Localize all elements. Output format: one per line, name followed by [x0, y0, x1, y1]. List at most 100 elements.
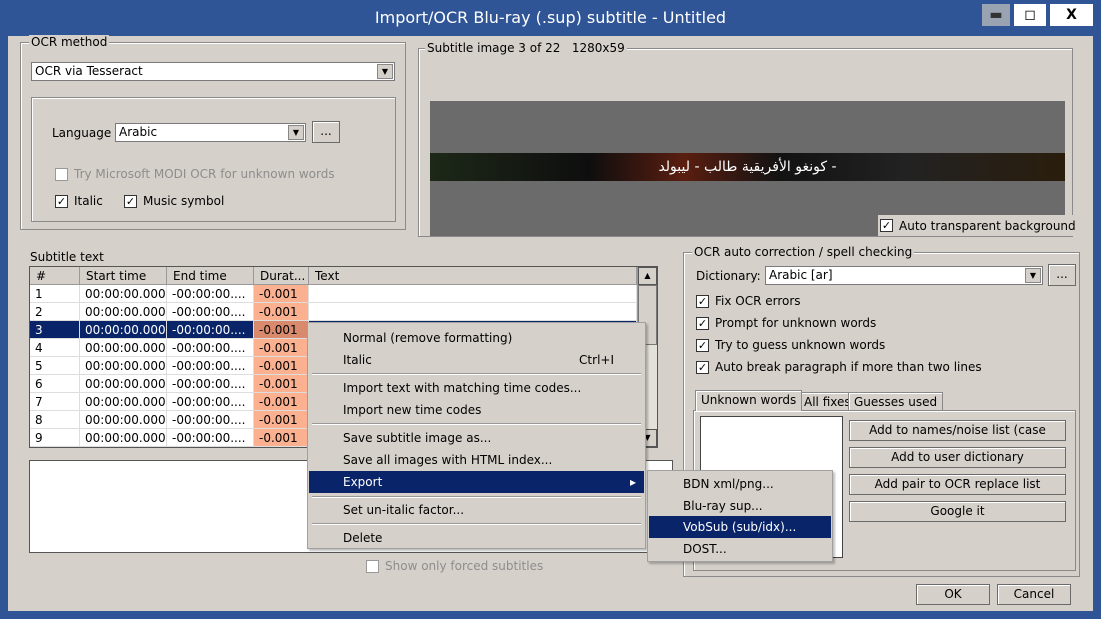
ok-button[interactable]: OK: [916, 584, 990, 605]
cell-n: 2: [30, 303, 80, 321]
cell-start: 00:00:00.000: [80, 429, 167, 447]
tab-guesses-used[interactable]: Guesses used: [848, 392, 944, 410]
forced-subtitles-checkbox[interactable]: Show only forced subtitles: [366, 559, 543, 573]
auto-transparent-label: Auto transparent background: [899, 218, 1076, 233]
cell-end: -00:00:00....: [167, 393, 254, 411]
correction-option-label: Fix OCR errors: [715, 294, 801, 308]
italic-shortcut: Ctrl+I: [579, 353, 614, 367]
close-button[interactable]: X: [1050, 4, 1093, 26]
modi-label: Try Microsoft MODI OCR for unknown words: [74, 167, 335, 181]
correction-option-checkbox[interactable]: ✓ Prompt for unknown words: [696, 316, 876, 330]
google-it-button[interactable]: Google it: [849, 501, 1066, 522]
cell-n: 1: [30, 285, 80, 303]
submenu-arrow-icon: ▸: [629, 475, 636, 489]
cell-dur: -0.001: [254, 285, 309, 303]
dictionary-browse-button[interactable]: ...: [1048, 264, 1076, 286]
ocr-method-legend: OCR method: [29, 35, 110, 49]
auto-transparent-checkbox[interactable]: ✓ Auto transparent background: [878, 215, 1078, 236]
menu-item-delete[interactable]: Delete: [309, 527, 644, 549]
correction-legend: OCR auto correction / spell checking: [692, 245, 915, 259]
menu-item-unitalic-factor[interactable]: Set un-italic factor...: [309, 499, 644, 521]
column-header-duration[interactable]: Durat...: [254, 267, 309, 285]
menu-separator: [312, 423, 641, 425]
context-menu: Normal (remove formatting) Italic Ctrl+I …: [307, 322, 646, 549]
checkbox-box: [366, 559, 379, 573]
correction-option-checkbox[interactable]: ✓ Auto break paragraph if more than two l…: [696, 360, 982, 374]
correction-option-checkbox[interactable]: ✓ Try to guess unknown words: [696, 338, 885, 352]
cell-dur: -0.001: [254, 321, 309, 339]
dictionary-select[interactable]: Arabic [ar] ▼: [765, 266, 1043, 285]
cell-dur: -0.001: [254, 393, 309, 411]
column-header-text[interactable]: Text: [309, 267, 637, 285]
check-icon: ✓: [124, 194, 137, 208]
language-label: Language: [52, 126, 112, 140]
italic-label: Italic: [74, 194, 103, 208]
subtitle-image: - كونغو الأفريقية طالب - ليبولد: [430, 153, 1065, 181]
cell-dur: -0.001: [254, 303, 309, 321]
menu-item-save-all-images[interactable]: Save all images with HTML index...: [309, 449, 644, 471]
cell-start: 00:00:00.000: [80, 321, 167, 339]
menu-item-normal[interactable]: Normal (remove formatting): [309, 327, 644, 349]
check-icon: ✓: [696, 294, 709, 308]
cell-end: -00:00:00....: [167, 285, 254, 303]
menu-item-export-label: Export: [343, 475, 383, 489]
menu-separator: [312, 373, 641, 375]
menu-item-save-image[interactable]: Save subtitle image as...: [309, 427, 644, 449]
correction-option-label: Auto break paragraph if more than two li…: [715, 360, 982, 374]
music-symbol-label: Music symbol: [143, 194, 225, 208]
scroll-up-icon[interactable]: ▲: [638, 267, 657, 285]
ocr-method-select[interactable]: OCR via Tesseract ▼: [31, 62, 395, 81]
check-icon: ✓: [696, 360, 709, 374]
export-dost[interactable]: DOST...: [649, 538, 831, 560]
correction-option-label: Try to guess unknown words: [715, 338, 886, 352]
checkbox-box: [55, 167, 68, 181]
column-header-number[interactable]: #: [30, 267, 80, 285]
chevron-down-icon: ▼: [288, 125, 304, 140]
maximize-button[interactable]: ◻: [1014, 4, 1046, 26]
cell-start: 00:00:00.000: [80, 339, 167, 357]
menu-item-import-text[interactable]: Import text with matching time codes...: [309, 377, 644, 399]
cell-start: 00:00:00.000: [80, 393, 167, 411]
language-select[interactable]: Arabic ▼: [115, 123, 306, 142]
dictionary-label: Dictionary:: [696, 269, 761, 283]
add-to-names-button[interactable]: Add to names/noise list (case: [849, 420, 1066, 441]
subtitle-image-text: - كونغو الأفريقية طالب - ليبولد: [658, 159, 837, 175]
ocr-method-value: OCR via Tesseract: [35, 64, 143, 78]
export-bluray-sup[interactable]: Blu-ray sup...: [649, 495, 831, 517]
export-vobsub[interactable]: VobSub (sub/idx)...: [649, 516, 831, 538]
cell-dur: -0.001: [254, 339, 309, 357]
menu-item-italic[interactable]: Italic Ctrl+I: [309, 349, 644, 371]
cell-dur: -0.001: [254, 411, 309, 429]
column-header-end[interactable]: End time: [167, 267, 254, 285]
minimize-button[interactable]: ▬: [982, 4, 1010, 26]
column-header-start[interactable]: Start time: [80, 267, 167, 285]
menu-separator: [312, 523, 641, 525]
italic-checkbox[interactable]: ✓ Italic: [55, 194, 103, 208]
cell-n: 6: [30, 375, 80, 393]
dictionary-value: Arabic [ar]: [769, 268, 833, 282]
tab-unknown-words[interactable]: Unknown words: [695, 390, 803, 411]
cell-start: 00:00:00.000: [80, 303, 167, 321]
check-icon: ✓: [880, 219, 893, 232]
cell-n: 9: [30, 429, 80, 447]
table-row[interactable]: 1 00:00:00.000 -00:00:00.... -0.001: [30, 285, 637, 303]
correction-option-label: Prompt for unknown words: [715, 316, 877, 330]
language-browse-button[interactable]: ...: [312, 121, 340, 143]
add-ocr-replace-pair-button[interactable]: Add pair to OCR replace list: [849, 474, 1066, 495]
modi-checkbox[interactable]: Try Microsoft MODI OCR for unknown words: [55, 167, 335, 181]
music-symbol-checkbox[interactable]: ✓ Music symbol: [124, 194, 224, 208]
correction-option-checkbox[interactable]: ✓ Fix OCR errors: [696, 294, 801, 308]
cell-end: -00:00:00....: [167, 321, 254, 339]
cell-text: [309, 285, 637, 303]
cell-dur: -0.001: [254, 429, 309, 447]
add-to-user-dictionary-button[interactable]: Add to user dictionary: [849, 447, 1066, 468]
export-bdn[interactable]: BDN xml/png...: [649, 473, 831, 495]
cell-dur: -0.001: [254, 375, 309, 393]
cell-start: 00:00:00.000: [80, 375, 167, 393]
table-row[interactable]: 2 00:00:00.000 -00:00:00.... -0.001: [30, 303, 637, 321]
menu-item-import-time-codes[interactable]: Import new time codes: [309, 399, 644, 421]
cancel-button[interactable]: Cancel: [997, 584, 1071, 605]
menu-item-export[interactable]: Export ▸: [309, 471, 644, 493]
cell-n: 3: [30, 321, 80, 339]
cell-start: 00:00:00.000: [80, 285, 167, 303]
